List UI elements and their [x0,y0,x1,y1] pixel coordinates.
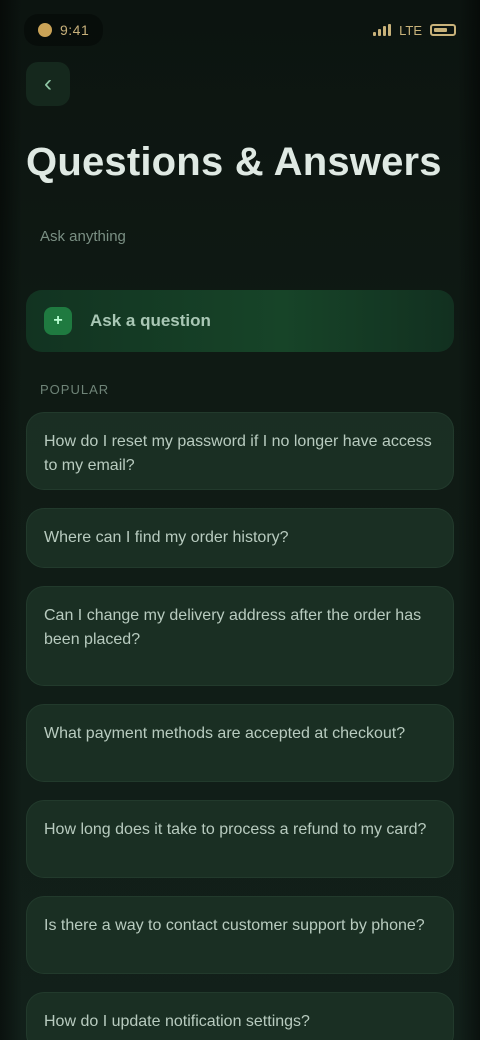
status-bar: 9:41 LTE [24,10,456,50]
question-item-7[interactable]: How do I update notification settings? [26,992,454,1040]
back-button[interactable]: ‹ [26,62,70,106]
page-subtitle: Ask anything [40,228,126,245]
screen: 9:41 LTE ‹ Questions & Answers Ask anyth… [0,0,480,1040]
plus-icon: + [44,307,72,335]
battery-icon [430,24,456,36]
signal-icon [373,24,392,36]
question-item-5[interactable]: How long does it take to process a refun… [26,800,454,878]
question-item-3[interactable]: Can I change my delivery address after t… [26,586,454,686]
status-time: 9:41 [60,22,90,38]
left-edge-shade [0,0,22,1040]
status-pill: 9:41 [24,14,104,46]
question-text: Where can I find my order history? [44,529,289,546]
question-text: Is there a way to contact customer suppo… [44,917,425,934]
question-text: What payment methods are accepted at che… [44,725,406,742]
ask-question-button[interactable]: + Ask a question [26,290,454,352]
status-icons: LTE [373,23,456,38]
network-label: LTE [399,22,422,38]
question-item-1[interactable]: How do I reset my password if I no longe… [26,412,454,490]
question-text: Can I change my delivery address after t… [44,607,422,648]
chevron-left-icon: ‹ [44,70,52,97]
section-label: Popular [40,382,110,397]
ask-question-label: Ask a question [90,311,211,330]
status-indicator-icon [38,23,52,37]
right-edge-shade [458,0,480,1040]
question-item-6[interactable]: Is there a way to contact customer suppo… [26,896,454,974]
question-text: How do I update notification settings? [44,1013,310,1030]
question-text: How do I reset my password if I no longe… [44,433,432,474]
question-item-4[interactable]: What payment methods are accepted at che… [26,704,454,782]
question-text: How long does it take to process a refun… [44,821,427,838]
page-title: Questions & Answers [26,140,442,184]
question-item-2[interactable]: Where can I find my order history? [26,508,454,568]
